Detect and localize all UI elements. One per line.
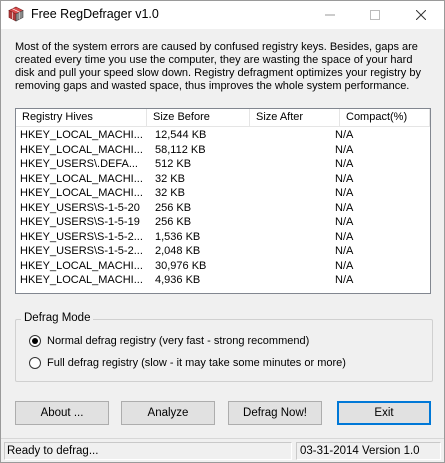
table-row[interactable]: HKEY_USERS\S-1-5-20 256 KB N/A xyxy=(16,201,430,216)
defrag-mode-group xyxy=(15,319,433,382)
hive-name: HKEY_USERS\S-1-5-20 xyxy=(20,201,140,214)
defrag-mode-label: Defrag Mode xyxy=(21,312,94,324)
defrag-now-button[interactable]: Defrag Now! xyxy=(228,401,322,425)
analyze-button[interactable]: Analyze xyxy=(121,401,215,425)
compact-percent: N/A xyxy=(335,172,354,185)
size-before: 512 KB xyxy=(155,158,192,170)
hive-name: HKEY_USERS\S-1-5-2... xyxy=(20,230,143,243)
status-bar: Ready to defrag... 03-31-2014 Version 1.… xyxy=(1,438,444,462)
normal-defrag-option[interactable]: Normal defrag registry (very fast - stro… xyxy=(29,333,309,349)
size-before: 12,544 KB xyxy=(155,129,207,141)
title-bar[interactable]: Free RegDefrager v1.0 xyxy=(1,1,444,29)
size-before: 32 KB xyxy=(155,187,185,199)
column-header-size-after[interactable]: Size After xyxy=(250,109,340,127)
size-before: 256 KB xyxy=(155,201,192,214)
hive-name: HKEY_LOCAL_MACHI... xyxy=(20,143,143,156)
table-rows: HKEY_LOCAL_MACHI... 12,544 KB N/A HKEY_LOC… xyxy=(16,128,430,288)
size-before: 256 KB xyxy=(155,216,192,228)
compact-percent: N/A xyxy=(335,158,354,170)
compact-percent: N/A xyxy=(335,129,354,141)
maximize-icon xyxy=(369,10,380,20)
table-row[interactable]: HKEY_LOCAL_MACHI... 12,544 KB N/A xyxy=(16,128,430,143)
table-header: Registry Hives Size Before Size After Co… xyxy=(16,109,430,127)
table-row[interactable]: HKEY_LOCAL_MACHI... 32 KB N/A xyxy=(16,186,430,201)
hive-name: HKEY_LOCAL_MACHI... xyxy=(20,172,143,185)
hive-name: HKEY_LOCAL_MACHI... xyxy=(20,259,143,272)
minimize-icon xyxy=(324,14,335,16)
compact-percent: N/A xyxy=(335,259,354,272)
close-icon xyxy=(415,10,426,20)
table-row[interactable]: HKEY_LOCAL_MACHI... 4,936 KB N/A xyxy=(16,273,430,288)
column-header-size-before[interactable]: Size Before xyxy=(147,109,250,127)
window-title: Free RegDefrager v1.0 xyxy=(31,7,159,21)
intro-description: Most of the system errors are caused by … xyxy=(15,41,421,92)
size-before: 1,536 KB xyxy=(155,230,201,243)
compact-percent: N/A xyxy=(335,216,354,228)
normal-defrag-radio[interactable] xyxy=(29,335,41,347)
minimize-button[interactable] xyxy=(307,1,352,29)
close-button[interactable] xyxy=(398,1,443,29)
size-before: 58,112 KB xyxy=(155,143,206,156)
compact-percent: N/A xyxy=(335,274,354,286)
table-row[interactable]: HKEY_LOCAL_MACHI... 32 KB N/A xyxy=(16,172,430,187)
column-header-registry-hives[interactable]: Registry Hives xyxy=(16,109,147,127)
compact-percent: N/A xyxy=(335,187,354,199)
compact-percent: N/A xyxy=(335,143,354,156)
version-info: 03-31-2014 Version 1.0 xyxy=(296,442,441,460)
full-defrag-option[interactable]: Full defrag registry (slow - it may take… xyxy=(29,355,346,371)
normal-defrag-label: Normal defrag registry (very fast - stro… xyxy=(47,335,310,347)
hive-name: HKEY_USERS\S-1-5-2... xyxy=(20,245,143,257)
about-button[interactable]: About ... xyxy=(15,401,109,425)
compact-percent: N/A xyxy=(335,201,354,214)
table-row[interactable]: HKEY_LOCAL_MACHI... 58,112 KB N/A xyxy=(16,143,430,158)
table-row[interactable]: HKEY_LOCAL_MACHI... 30,976 KB N/A xyxy=(16,259,430,274)
hive-name: HKEY_USERS\.DEFA... xyxy=(20,158,138,170)
full-defrag-label: Full defrag registry (slow - it may take… xyxy=(47,357,346,369)
app-cube-icon xyxy=(8,6,24,22)
full-defrag-radio[interactable] xyxy=(29,357,41,369)
registry-hives-table[interactable]: Registry Hives Size Before Size After Co… xyxy=(15,108,431,294)
exit-button[interactable]: Exit xyxy=(337,401,431,425)
size-before: 2,048 KB xyxy=(155,245,201,257)
size-before: 30,976 KB xyxy=(155,259,207,272)
maximize-button[interactable] xyxy=(352,1,397,29)
hive-name: HKEY_LOCAL_MACHI... xyxy=(20,274,143,286)
table-row[interactable]: HKEY_USERS\.DEFA... 512 KB N/A xyxy=(16,157,430,172)
status-message: Ready to defrag... xyxy=(4,442,292,460)
table-row[interactable]: HKEY_USERS\S-1-5-19 256 KB N/A xyxy=(16,215,430,230)
compact-percent: N/A xyxy=(335,245,354,257)
hive-name: HKEY_LOCAL_MACHI... xyxy=(20,187,143,199)
column-header-compact[interactable]: Compact(%) xyxy=(340,109,430,127)
size-before: 4,936 KB xyxy=(155,274,201,286)
hive-name: HKEY_USERS\S-1-5-19 xyxy=(20,216,140,228)
size-before: 32 KB xyxy=(155,172,185,185)
hive-name: HKEY_LOCAL_MACHI... xyxy=(20,129,143,141)
table-row[interactable]: HKEY_USERS\S-1-5-2... 1,536 KB N/A xyxy=(16,230,430,245)
compact-percent: N/A xyxy=(335,230,354,243)
app-window: Free RegDefrager v1.0 Most of the system… xyxy=(0,0,445,463)
table-row[interactable]: HKEY_USERS\S-1-5-2... 2,048 KB N/A xyxy=(16,244,430,259)
